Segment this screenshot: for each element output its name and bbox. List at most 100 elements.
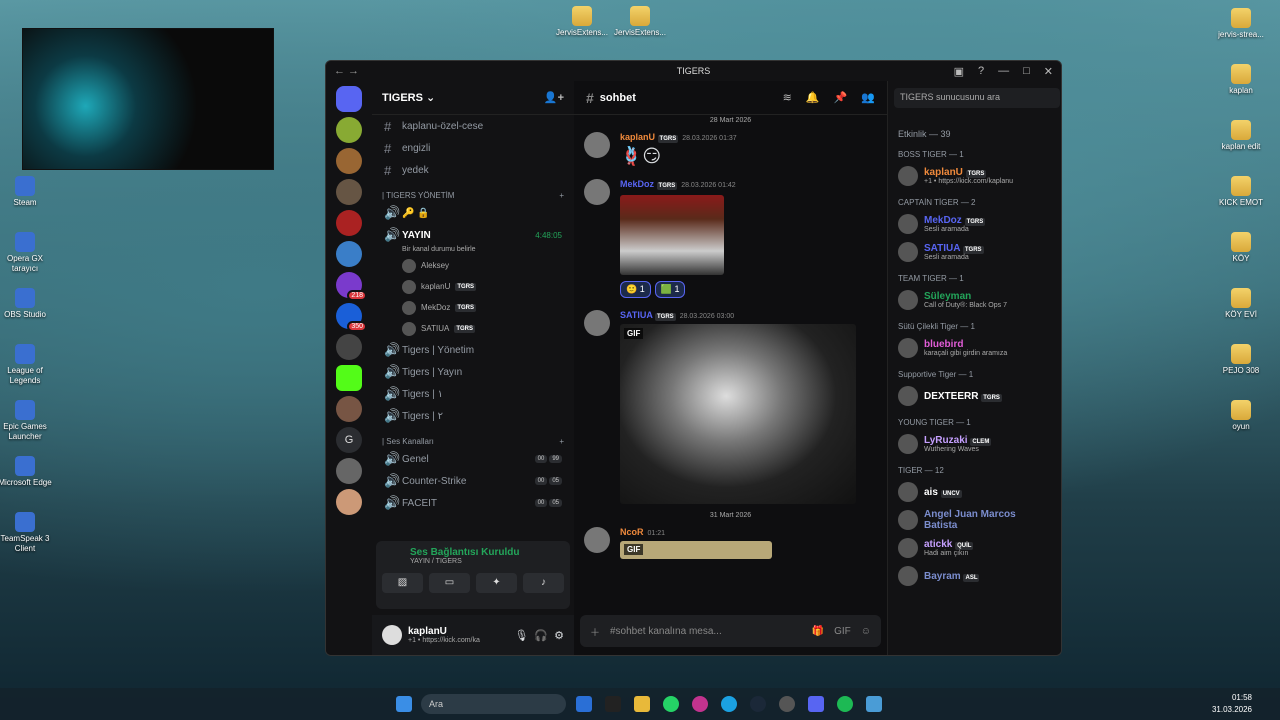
server-icon[interactable]	[336, 148, 362, 174]
desktop-icon[interactable]: jervis-strea...	[1211, 8, 1271, 40]
avatar[interactable]	[584, 132, 610, 158]
desktop-icon[interactable]: Opera GX tarayıcı	[0, 232, 55, 274]
message-author[interactable]: kaplanU TGRS 28.03.2026 01:37	[620, 132, 737, 143]
text-channel[interactable]: # kaplanu-özel-cese	[372, 115, 574, 137]
search-input[interactable]: TIGERS sunucusunu ara	[894, 88, 1060, 108]
voice-status[interactable]: Ses Bağlantısı Kuruldu	[376, 541, 570, 558]
voice-user[interactable]: MekDoz TGRS	[372, 297, 574, 318]
voice-user[interactable]: SATIUA TGRS	[372, 318, 574, 339]
desktop-icon[interactable]: League of Legends	[0, 344, 55, 386]
voice-channel[interactable]: 🔊 Tigers | Yönetim	[372, 339, 574, 361]
chat-message[interactable]: SATIUA TGRS 28.03.2026 03:00 GIF	[574, 304, 887, 510]
member-item[interactable]: Süleyman Call of Duty®: Black Ops 7	[888, 286, 1061, 314]
threads-icon[interactable]: ≋	[783, 91, 792, 104]
member-item[interactable]: DEXTEERR TGRS	[888, 382, 1061, 410]
chat-message[interactable]: kaplanU TGRS 28.03.2026 01:37 🪢😏	[574, 126, 887, 173]
gift-icon[interactable]: 🎁	[812, 626, 824, 637]
member-item[interactable]: Bayram ASL	[888, 562, 1061, 590]
server-icon[interactable]	[336, 334, 362, 360]
member-item[interactable]: atickk QUİL Hadi aim çıkın	[888, 534, 1061, 562]
back-arrow-icon[interactable]: ← →	[326, 65, 359, 77]
pin-icon[interactable]: 📌	[834, 91, 848, 104]
voice-channel[interactable]: 🔊 Counter-Strike 00 05	[372, 470, 574, 492]
member-item[interactable]: kaplanU TGRS +1 • https://kick.com/kaplan…	[888, 162, 1061, 190]
screen-share-button[interactable]: ▭	[429, 573, 470, 593]
mic-icon[interactable]: 🎙	[514, 629, 528, 642]
gif-icon[interactable]: GIF	[834, 626, 851, 637]
teamspeak-icon[interactable]	[866, 696, 882, 712]
desktop-icon[interactable]: KÖY EVİ	[1211, 288, 1271, 320]
avatar[interactable]	[584, 310, 610, 336]
member-item[interactable]: LyRuzaki CLEM Wuthering Waves	[888, 430, 1061, 458]
chat-message[interactable]: MekDoz TGRS 28.03.2026 01:42 🙂 1 🟩 1	[574, 173, 887, 304]
gear-icon[interactable]: ⚙	[554, 629, 564, 642]
server-icon[interactable]	[336, 396, 362, 422]
voice-channel[interactable]: 🔊 FACEIT 00 05	[372, 492, 574, 514]
server-header[interactable]: TIGERS ⌄ 👤+	[372, 81, 574, 115]
whatsapp-icon[interactable]	[663, 696, 679, 712]
soundboard-button[interactable]: ♪	[523, 573, 564, 593]
desktop-icon[interactable]: KÖY	[1211, 232, 1271, 264]
category-ses[interactable]: | Ses Kanalları +	[372, 427, 574, 448]
bell-icon[interactable]: 🔔	[806, 91, 820, 104]
desktop-icon[interactable]: TeamSpeak 3 Client	[0, 512, 55, 554]
edge-icon[interactable]	[721, 696, 737, 712]
activity-header[interactable]: Etkinlik — 39	[888, 121, 1061, 142]
voice-channel[interactable]: 🔊 🔑 🔒	[372, 202, 574, 224]
spotify-icon[interactable]	[837, 696, 853, 712]
avatar[interactable]	[584, 527, 610, 553]
voice-user[interactable]: Aleksey	[372, 255, 574, 276]
kick-server-icon[interactable]	[336, 365, 362, 391]
add-icon[interactable]: ＋	[590, 624, 600, 639]
help-icon[interactable]: ?	[978, 65, 984, 78]
app-icon[interactable]	[576, 696, 592, 712]
close-button[interactable]: ✕	[1044, 65, 1053, 78]
message-author[interactable]: MekDoz TGRS 28.03.2026 01:42	[620, 179, 736, 190]
inbox-icon[interactable]: ▣	[954, 65, 964, 78]
server-icon[interactable]	[336, 179, 362, 205]
message-input[interactable]: #sohbet kanalına mesa...	[610, 626, 722, 637]
server-icon[interactable]	[336, 489, 362, 515]
member-item[interactable]: bluebird karaçali gibi girdin aramıza	[888, 334, 1061, 362]
emoji-icon[interactable]: ☺	[861, 626, 871, 637]
gif-attachment[interactable]: GIF	[620, 324, 856, 504]
add-channel-icon[interactable]: +	[559, 437, 564, 446]
server-icon[interactable]: 350	[336, 303, 367, 332]
voice-channel-yayin[interactable]: 🔊 YAYIN 4:48:05	[372, 224, 574, 246]
member-item[interactable]: Angel Juan Marcos Batista	[888, 506, 1061, 534]
server-icon[interactable]	[336, 241, 362, 267]
steam-icon[interactable]	[750, 696, 766, 712]
voice-channel[interactable]: 🔊 Tigers | ١	[372, 383, 574, 405]
reaction[interactable]: 🟩 1	[654, 281, 686, 298]
server-icon[interactable]: 218	[336, 272, 367, 301]
folder-icon[interactable]	[634, 696, 650, 712]
desktop-icon[interactable]: JervisExtens...	[610, 6, 670, 38]
taskbar-search[interactable]: Ara	[421, 694, 566, 714]
server-icon[interactable]	[336, 210, 362, 236]
desktop-icon[interactable]: JervisExtens...	[552, 6, 612, 38]
add-channel-icon[interactable]: +	[559, 191, 564, 200]
desktop-icon[interactable]: PEJO 308	[1211, 344, 1271, 376]
members-icon[interactable]: 👥	[861, 91, 875, 104]
member-item[interactable]: SATIUA TGRS Sesli aramada	[888, 238, 1061, 266]
desktop-icon[interactable]: oyun	[1211, 400, 1271, 432]
epic-icon[interactable]	[605, 696, 621, 712]
voice-channel[interactable]: 🔊 Tigers | ٢	[372, 405, 574, 427]
voice-channel[interactable]: 🔊 Tigers | Yayın	[372, 361, 574, 383]
category-yonetim[interactable]: | TIGERS YÖNETİM +	[372, 181, 574, 202]
desktop-icon[interactable]: KICK EMOT	[1211, 176, 1271, 208]
obs-icon[interactable]	[779, 696, 795, 712]
desktop-icon[interactable]: OBS Studio	[0, 288, 55, 320]
member-item[interactable]: MekDoz TGRS Sesli aramada	[888, 210, 1061, 238]
desktop-icon[interactable]: Microsoft Edge	[0, 456, 55, 488]
minimize-button[interactable]: —	[998, 65, 1009, 78]
headphones-icon[interactable]: 🎧	[534, 629, 548, 642]
text-channel[interactable]: # engizli	[372, 137, 574, 159]
server-icon[interactable]: G	[336, 427, 362, 453]
camera-off-button[interactable]: ▨	[382, 573, 423, 593]
clock[interactable]: 01:58 31.03.2026	[1212, 692, 1252, 716]
reaction[interactable]: 🙂 1	[620, 281, 651, 298]
image-attachment[interactable]	[620, 195, 724, 275]
voice-status-text[interactable]: Bir kanal durumu belirle	[372, 246, 574, 255]
chat-message[interactable]: NcoR 01:21 GIF	[574, 521, 887, 565]
